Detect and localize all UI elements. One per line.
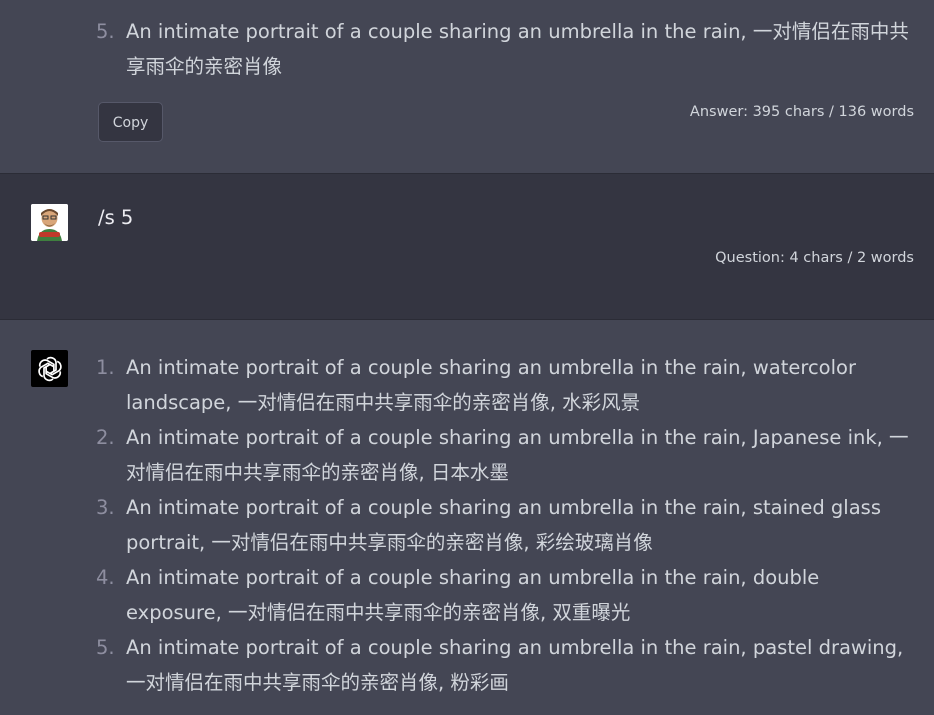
list-item-text: An intimate portrait of a couple sharing… [126, 496, 881, 554]
list-item: 5. An intimate portrait of a couple shar… [96, 630, 916, 700]
answer-stats: Answer: 395 chars / 136 words [689, 104, 914, 120]
list-item-number: 5. [96, 636, 115, 659]
list-item-text: An intimate portrait of a couple sharing… [126, 426, 909, 484]
list-item-text: An intimate portrait of a couple sharing… [126, 20, 909, 78]
list-item-number: 5. [96, 20, 115, 43]
list-item-number: 4. [96, 566, 115, 589]
list-item: 5. An intimate portrait of a couple shar… [96, 14, 916, 84]
assistant-answer-list: 1. An intimate portrait of a couple shar… [96, 350, 916, 700]
list-item: 4. An intimate portrait of a couple shar… [96, 560, 916, 630]
user-avatar-icon [31, 204, 68, 241]
user-message-text: /s 5 [98, 206, 134, 229]
list-item: 1. An intimate portrait of a couple shar… [96, 350, 916, 420]
list-item-number: 3. [96, 496, 115, 519]
list-item-number: 2. [96, 426, 115, 449]
openai-logo-icon [31, 350, 68, 387]
user-message-block [0, 174, 934, 319]
question-stats: Question: 4 chars / 2 words [715, 250, 914, 266]
copy-button[interactable]: Copy [98, 102, 163, 142]
list-item-text: An intimate portrait of a couple sharing… [126, 566, 820, 624]
list-item-number: 1. [96, 356, 115, 379]
previous-answer-list: 5. An intimate portrait of a couple shar… [96, 14, 916, 84]
list-item: 3. An intimate portrait of a couple shar… [96, 490, 916, 560]
previous-answer-block: 5. An intimate portrait of a couple shar… [0, 0, 934, 173]
list-item: 2. An intimate portrait of a couple shar… [96, 420, 916, 490]
list-item-text: An intimate portrait of a couple sharing… [126, 636, 904, 694]
list-item-text: An intimate portrait of a couple sharing… [126, 356, 856, 414]
